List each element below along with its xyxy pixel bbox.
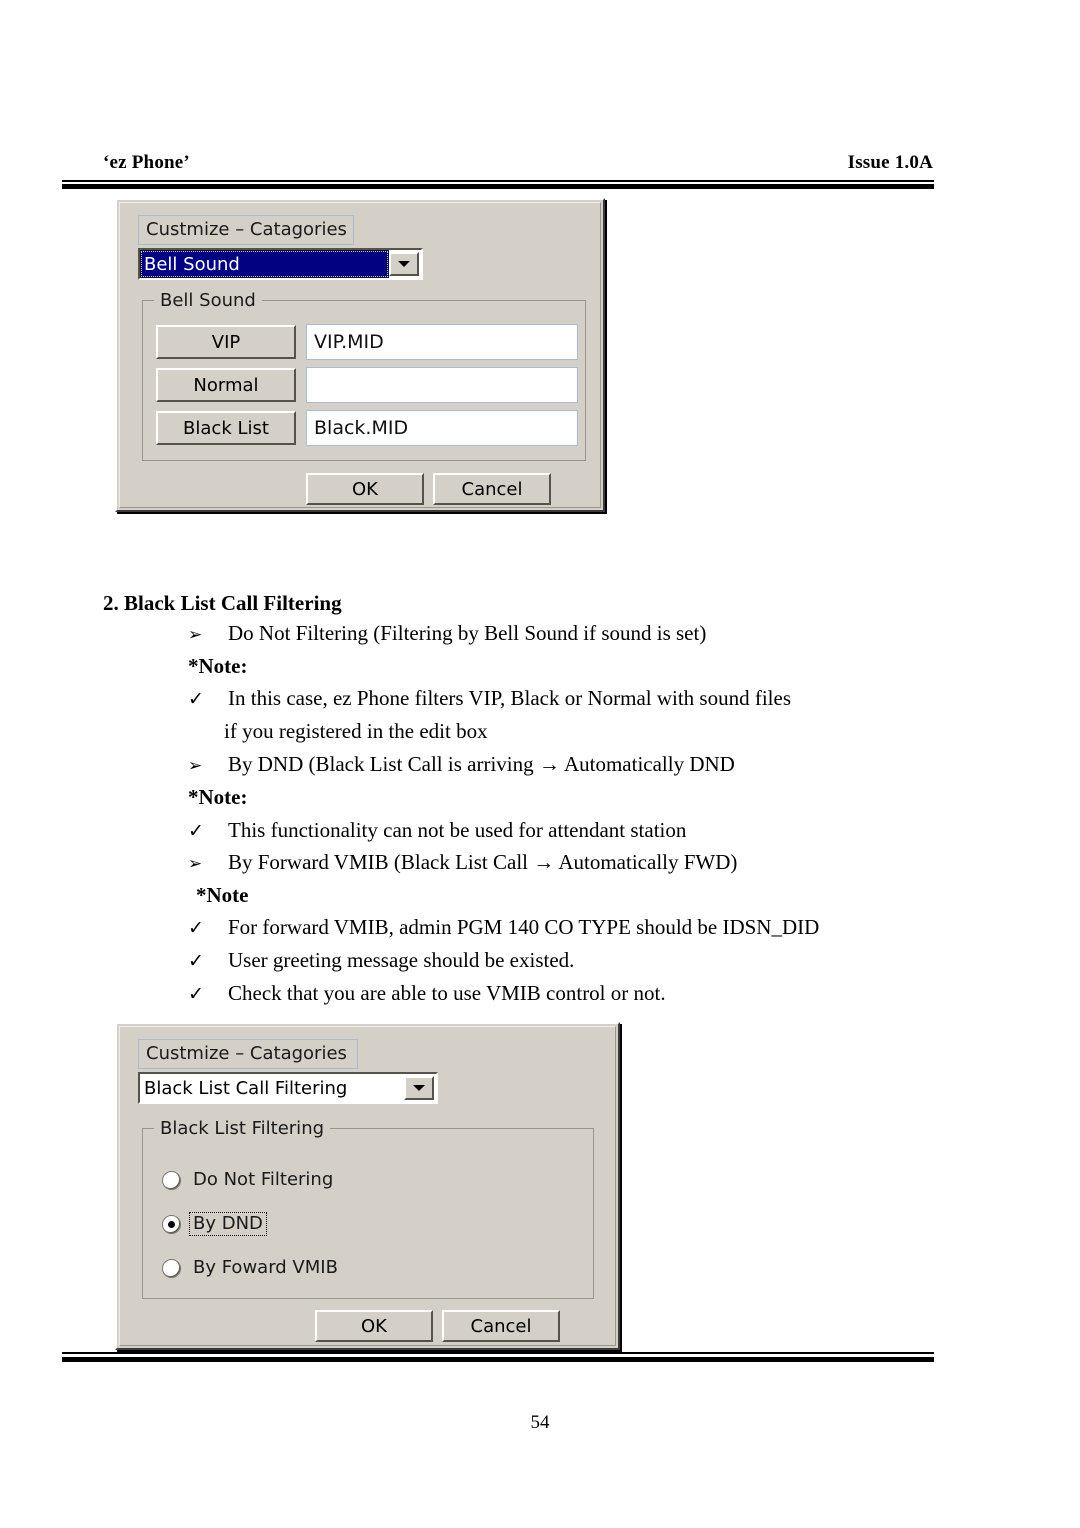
bell-sound-cancel-button[interactable]: Cancel xyxy=(433,473,551,505)
radio-icon xyxy=(162,1170,181,1190)
bullet-text: By DND (Black List Call is arriving → Au… xyxy=(228,752,735,776)
check-vmib-control: ✓ Check that you are able to use VMIB con… xyxy=(188,981,666,1005)
black-list-category-combobox-value: Black List Call Filtering xyxy=(144,1077,348,1099)
radio-icon xyxy=(162,1258,181,1278)
check-forward-vmib-pgm: ✓ For forward VMIB, admin PGM 140 CO TYPE… xyxy=(188,915,820,939)
check-in-this-case-cont: if you registered in the edit box xyxy=(224,721,488,742)
check-attendant-station: ✓ This functionality can not be used for … xyxy=(188,818,687,842)
normal-button[interactable]: Normal xyxy=(156,368,296,402)
black-list-filtering-dialog-inner: Custmize – Catagories Black List Call Fi… xyxy=(119,1026,616,1346)
header-rule-thin xyxy=(62,180,934,182)
radio-do-not-filtering[interactable]: Do Not Filtering xyxy=(162,1169,336,1191)
bell-sound-category-combobox-value: Bell Sound xyxy=(140,250,389,278)
bell-sound-category-combobox[interactable]: Bell Sound xyxy=(138,248,423,280)
radio-by-foward-vmib[interactable]: By Foward VMIB xyxy=(162,1257,341,1279)
black-list-category-combobox[interactable]: Black List Call Filtering xyxy=(138,1072,438,1104)
chevron-down-icon[interactable] xyxy=(389,252,419,276)
footer-double-rule xyxy=(62,1352,934,1362)
bullet-text: Check that you are able to use VMIB cont… xyxy=(228,981,666,1005)
check-in-this-case: ✓ In this case, ez Phone filters VIP, Bla… xyxy=(188,686,792,710)
bullet-text: Do Not Filtering (Filtering by Bell Soun… xyxy=(228,621,707,645)
page-section-heading: 2. Black List Call Filtering xyxy=(103,591,342,615)
page-number: 54 xyxy=(530,1412,550,1433)
black-list-cancel-button[interactable]: Cancel xyxy=(442,1310,560,1342)
check-user-greeting: ✓ User greeting message should be existed… xyxy=(188,948,575,972)
bullet-text: In this case, ez Phone filters VIP, Blac… xyxy=(228,686,792,710)
chevron-bullet-icon: ➢ xyxy=(188,854,203,873)
normal-sound-input[interactable] xyxy=(306,367,578,403)
vip-sound-input[interactable]: VIP.MID xyxy=(306,324,578,360)
chevron-bullet-icon: ➢ xyxy=(188,756,203,775)
note-text: *Note: xyxy=(188,654,248,678)
black-list-sound-input[interactable]: Black.MID xyxy=(306,410,578,446)
note-label-1: *Note: xyxy=(188,656,247,677)
radio-label: By DND xyxy=(189,1212,267,1236)
page-header: ‘ez Phone’ Issue 1.0A xyxy=(103,152,933,174)
check-bullet-icon: ✓ xyxy=(188,821,204,842)
check-bullet-icon: ✓ xyxy=(188,984,204,1005)
black-list-filtering-groupbox-title: Black List Filtering xyxy=(154,1119,331,1138)
footer-rule-thin xyxy=(62,1352,934,1354)
bullet-do-not-filtering: ➢ Do Not Filtering (Filtering by Bell Sou… xyxy=(188,623,706,644)
black-list-filtering-dialog: Custmize – Catagories Black List Call Fi… xyxy=(115,1022,620,1350)
bullet-by-dnd: ➢ By DND (Black List Call is arriving → A… xyxy=(188,754,735,775)
black-list-ok-button[interactable]: OK xyxy=(315,1310,433,1342)
bell-sound-groupbox-title: Bell Sound xyxy=(154,291,262,310)
note-text: *Note: xyxy=(188,785,248,809)
vip-button[interactable]: VIP xyxy=(156,325,296,359)
bell-sound-dialog: Custmize – Catagories Bell Sound Bell So… xyxy=(115,198,605,512)
note-label-3: *Note xyxy=(196,885,248,906)
note-text: *Note xyxy=(196,883,249,907)
radio-label: By Foward VMIB xyxy=(193,1257,338,1278)
radio-icon xyxy=(162,1214,181,1234)
header-rule-thick xyxy=(62,184,934,189)
black-list-button[interactable]: Black List xyxy=(156,411,296,445)
header-left-title: ‘ez Phone’ xyxy=(103,152,190,173)
footer-rule-thick xyxy=(62,1357,934,1362)
bullet-text: if you registered in the edit box xyxy=(224,719,488,743)
check-bullet-icon: ✓ xyxy=(188,951,204,972)
note-label-2: *Note: xyxy=(188,787,247,808)
radio-label: Do Not Filtering xyxy=(193,1169,334,1190)
bullet-text: By Forward VMIB (Black List Call → Autom… xyxy=(228,850,738,874)
bell-sound-ok-button[interactable]: OK xyxy=(306,473,424,505)
bullet-text: This functionality can not be used for a… xyxy=(228,818,687,842)
bullet-text: User greeting message should be existed. xyxy=(228,948,575,972)
chevron-bullet-icon: ➢ xyxy=(188,625,203,644)
bullet-text: For forward VMIB, admin PGM 140 CO TYPE … xyxy=(228,915,820,939)
header-right-issue: Issue 1.0A xyxy=(847,152,933,173)
chevron-down-icon[interactable] xyxy=(404,1076,434,1100)
radio-by-dnd[interactable]: By DND xyxy=(162,1212,267,1236)
header-double-rule xyxy=(62,180,934,189)
black-list-categories-label: Custmize – Catagories xyxy=(138,1039,358,1069)
check-bullet-icon: ✓ xyxy=(188,689,204,710)
bell-sound-categories-label: Custmize – Catagories xyxy=(138,215,354,245)
bell-sound-dialog-inner: Custmize – Catagories Bell Sound Bell So… xyxy=(119,202,601,508)
bullet-by-forward-vmib: ➢ By Forward VMIB (Black List Call → Auto… xyxy=(188,852,737,873)
check-bullet-icon: ✓ xyxy=(188,918,204,939)
